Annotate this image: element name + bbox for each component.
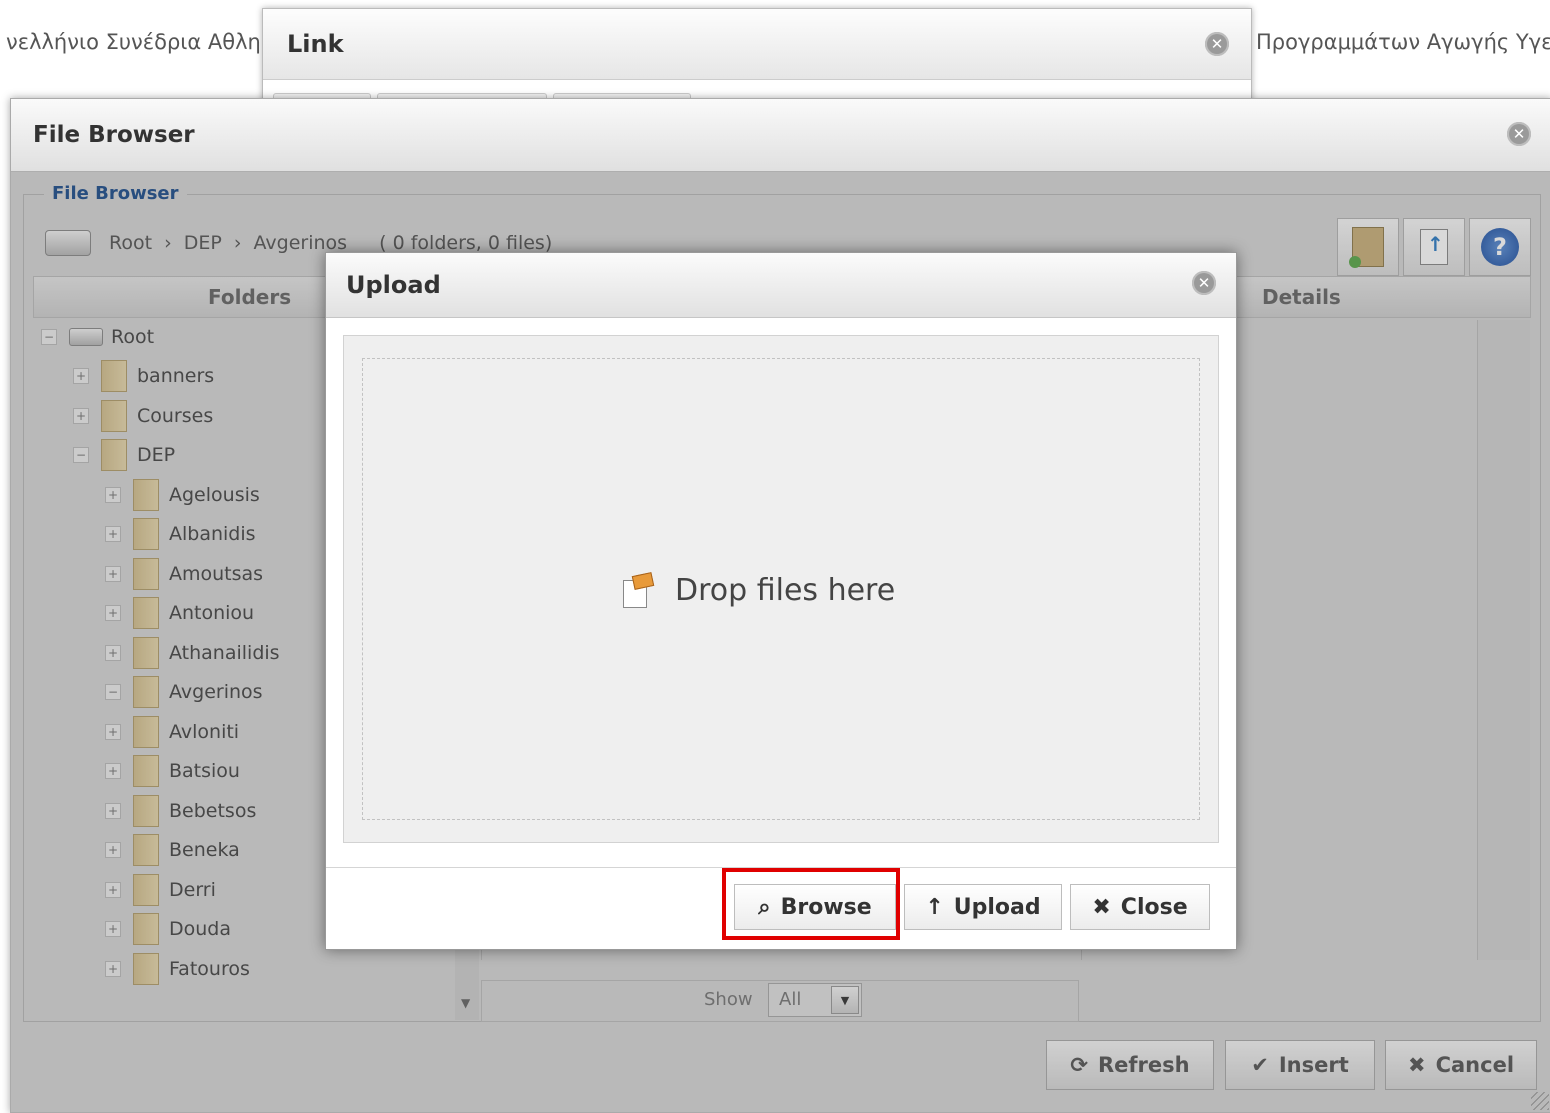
upload-button[interactable]: ↑ Upload	[904, 884, 1062, 930]
browse-button-label: Browse	[780, 894, 872, 920]
drop-zone[interactable]: Drop files here	[362, 358, 1200, 820]
arrow-up-icon: ↑	[925, 894, 944, 920]
upload-dialog-title: Upload	[346, 271, 441, 299]
upload-dialog-header: Upload	[326, 253, 1236, 318]
file-upload-icon	[621, 571, 655, 608]
link-dialog-title: Link	[287, 30, 344, 58]
drop-message: Drop files here	[621, 571, 896, 608]
link-dialog-close-icon[interactable]: ✕	[1205, 32, 1229, 56]
close-button-label: Close	[1120, 894, 1188, 920]
upload-dialog: Upload ✕ Drop files here ⌕ Browse ↑ Uplo…	[325, 252, 1237, 950]
background-title-left: νελλήνιο Συνέδρια Αθλη	[6, 30, 261, 54]
link-dialog: Link ✕	[262, 8, 1252, 114]
upload-dialog-footer: ⌕ Browse ↑ Upload ✖ Close	[326, 867, 1236, 950]
close-icon: ✖	[1092, 894, 1111, 920]
upload-button-label: Upload	[953, 894, 1041, 920]
file-browser-close-icon[interactable]: ✕	[1507, 122, 1531, 146]
drop-text: Drop files here	[675, 573, 896, 608]
search-icon: ⌕	[758, 894, 771, 920]
close-button[interactable]: ✖ Close	[1070, 884, 1210, 930]
background-title-right: Προγραμμάτων Αγωγής Υγε	[1256, 30, 1550, 54]
drop-zone-container: Drop files here	[343, 335, 1219, 843]
browse-button[interactable]: ⌕ Browse	[734, 884, 896, 930]
link-dialog-header: Link	[263, 9, 1251, 80]
upload-dialog-close-icon[interactable]: ✕	[1192, 271, 1216, 295]
file-browser-title: File Browser	[33, 122, 195, 148]
file-browser-header: File Browser	[11, 99, 1550, 172]
